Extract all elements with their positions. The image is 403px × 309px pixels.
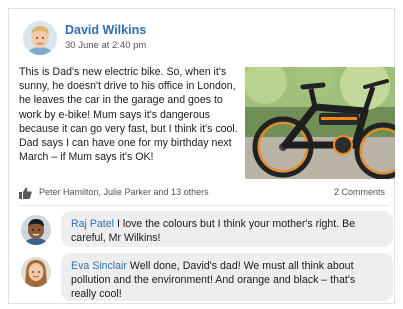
comment-bubble: Eva Sinclair Well done, David's dad! We … — [61, 253, 393, 301]
post-text: This is Dad's new electric bike. So, whe… — [19, 66, 238, 164]
comment-count[interactable]: 2 Comments — [334, 187, 385, 197]
likes-row: Peter Hamilton, Julie Parker and 13 othe… — [19, 185, 389, 201]
electric-bike-photo[interactable] — [245, 67, 395, 179]
commenter-name[interactable]: Eva Sinclair — [71, 260, 127, 272]
commenter-avatar[interactable] — [21, 215, 51, 245]
author-name[interactable]: David Wilkins — [65, 23, 146, 37]
comment-item: Raj Patel I love the colours but I think… — [21, 211, 393, 247]
thumbs-up-icon[interactable] — [19, 186, 32, 199]
comment-text: I love the colours but I think your moth… — [71, 218, 356, 245]
author-avatar[interactable] — [23, 21, 57, 55]
comment-item: Eva Sinclair Well done, David's dad! We … — [21, 253, 393, 301]
post-timestamp[interactable]: 30 June at 2:40 pm — [65, 40, 146, 51]
commenter-name[interactable]: Raj Patel — [71, 218, 114, 230]
post-header: David Wilkins 30 June at 2:40 pm — [21, 19, 381, 55]
divider — [19, 205, 389, 206]
post-card: David Wilkins 30 June at 2:40 pm This is… — [8, 8, 395, 304]
comment-bubble: Raj Patel I love the colours but I think… — [61, 211, 393, 247]
likers-list[interactable]: Peter Hamilton, Julie Parker and 13 othe… — [39, 187, 209, 197]
commenter-avatar[interactable] — [21, 257, 51, 287]
